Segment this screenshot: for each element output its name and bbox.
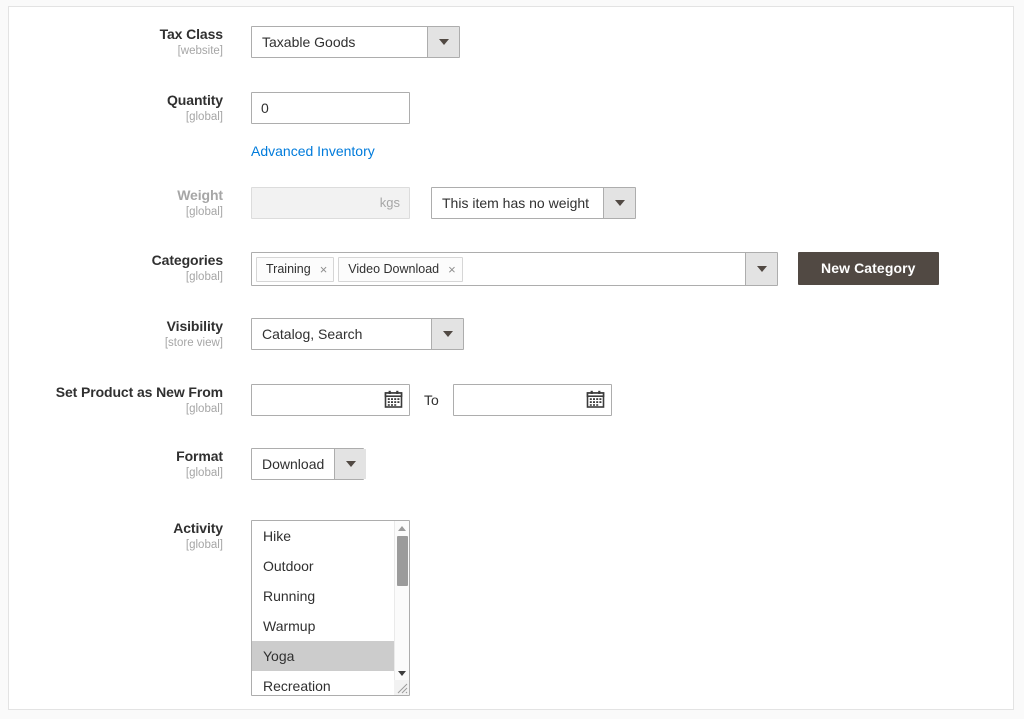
product-form-page: Tax Class [website] Taxable Goods Quanti… — [0, 0, 1024, 719]
resize-grip-icon[interactable] — [394, 680, 409, 695]
activity-option[interactable]: Recreation — [252, 671, 394, 696]
scroll-down-icon[interactable] — [395, 667, 409, 680]
chevron-down-icon[interactable] — [334, 449, 366, 479]
label-text: Format — [9, 448, 223, 465]
label-scope: [global] — [9, 538, 223, 553]
label-scope: [global] — [9, 270, 223, 285]
format-select[interactable]: Download — [251, 448, 364, 480]
remove-tag-icon[interactable]: × — [448, 263, 456, 276]
categories-tag-list: Training × Video Download × — [252, 253, 745, 285]
activity-option[interactable]: Running — [252, 581, 394, 611]
activity-scrollbar[interactable] — [394, 521, 409, 695]
field-label-categories: Categories [global] — [9, 252, 223, 285]
visibility-select[interactable]: Catalog, Search — [251, 318, 464, 350]
activity-multiselect[interactable]: Hike Outdoor Running Warmup Yoga Recreat… — [251, 520, 410, 696]
date-to-wrap — [453, 384, 612, 416]
chevron-down-icon[interactable] — [431, 319, 463, 349]
content-panel: Tax Class [website] Taxable Goods Quanti… — [8, 6, 1014, 710]
field-label-visibility: Visibility [store view] — [9, 318, 223, 351]
field-visibility: Visibility [store view] Catalog, Search — [9, 318, 464, 351]
field-control-weight: kgs This item has no weight — [251, 187, 636, 219]
label-text: Quantity — [9, 92, 223, 109]
date-from-wrap — [251, 384, 410, 416]
field-control-activity: Hike Outdoor Running Warmup Yoga Recreat… — [251, 520, 410, 696]
label-text: Set Product as New From — [9, 384, 223, 401]
label-scope: [website] — [9, 44, 223, 59]
activity-option[interactable]: Outdoor — [252, 551, 394, 581]
activity-option-list: Hike Outdoor Running Warmup Yoga Recreat… — [252, 521, 394, 695]
field-control-set-product-as-new: To — [251, 384, 612, 416]
remove-tag-icon[interactable]: × — [320, 263, 328, 276]
format-value: Download — [252, 449, 334, 479]
chevron-down-icon[interactable] — [603, 188, 635, 218]
field-quantity: Quantity [global] Advanced Inventory — [9, 92, 410, 160]
activity-option[interactable]: Hike — [252, 521, 394, 551]
field-tax-class: Tax Class [website] Taxable Goods — [9, 26, 460, 59]
label-text: Categories — [9, 252, 223, 269]
label-scope: [global] — [9, 402, 223, 417]
field-weight: Weight [global] kgs This item has no wei… — [9, 187, 636, 220]
tax-class-value: Taxable Goods — [252, 27, 427, 57]
field-control-tax-class: Taxable Goods — [251, 26, 460, 58]
tax-class-select[interactable]: Taxable Goods — [251, 26, 460, 58]
field-label-format: Format [global] — [9, 448, 223, 481]
field-set-product-as-new: Set Product as New From [global] — [9, 384, 612, 417]
category-tag-label: Video Download — [348, 262, 439, 276]
label-text: Weight — [9, 187, 223, 204]
quantity-input[interactable] — [251, 92, 410, 124]
calendar-icon[interactable] — [383, 389, 404, 410]
new-category-button[interactable]: New Category — [798, 252, 939, 285]
scrollbar-thumb[interactable] — [397, 536, 408, 586]
label-text: Activity — [9, 520, 223, 537]
category-tag[interactable]: Video Download × — [338, 257, 462, 282]
date-range-separator: To — [424, 384, 439, 416]
weight-type-value: This item has no weight — [432, 188, 603, 218]
label-scope: [global] — [9, 205, 223, 220]
field-label-set-product-as-new: Set Product as New From [global] — [9, 384, 223, 417]
field-activity: Activity [global] Hike Outdoor Running W… — [9, 520, 410, 696]
label-scope: [global] — [9, 466, 223, 481]
activity-option[interactable]: Warmup — [252, 611, 394, 641]
advanced-inventory-link[interactable]: Advanced Inventory — [251, 142, 375, 160]
categories-multiselect[interactable]: Training × Video Download × — [251, 252, 778, 286]
activity-option-selected[interactable]: Yoga — [252, 641, 394, 671]
weight-input-wrap: kgs — [251, 187, 410, 219]
chevron-down-icon[interactable] — [745, 253, 777, 285]
label-text: Tax Class — [9, 26, 223, 43]
label-scope: [global] — [9, 110, 223, 125]
field-control-visibility: Catalog, Search — [251, 318, 464, 350]
field-label-quantity: Quantity [global] — [9, 92, 223, 125]
field-label-activity: Activity [global] — [9, 520, 223, 553]
field-control-format: Download — [251, 448, 364, 480]
field-format: Format [global] Download — [9, 448, 364, 481]
label-scope: [store view] — [9, 336, 223, 351]
field-label-weight: Weight [global] — [9, 187, 223, 220]
scroll-up-icon[interactable] — [395, 522, 409, 535]
category-tag[interactable]: Training × — [256, 257, 334, 282]
label-text: Visibility — [9, 318, 223, 335]
weight-input[interactable] — [251, 187, 410, 219]
field-categories: Categories [global] Training × Video Dow… — [9, 252, 939, 286]
weight-type-select[interactable]: This item has no weight — [431, 187, 636, 219]
field-control-quantity: Advanced Inventory — [251, 92, 410, 160]
visibility-value: Catalog, Search — [252, 319, 431, 349]
chevron-down-icon[interactable] — [427, 27, 459, 57]
calendar-icon[interactable] — [585, 389, 606, 410]
field-label-tax-class: Tax Class [website] — [9, 26, 223, 59]
field-control-categories: Training × Video Download × New Category — [251, 252, 939, 286]
category-tag-label: Training — [266, 262, 311, 276]
